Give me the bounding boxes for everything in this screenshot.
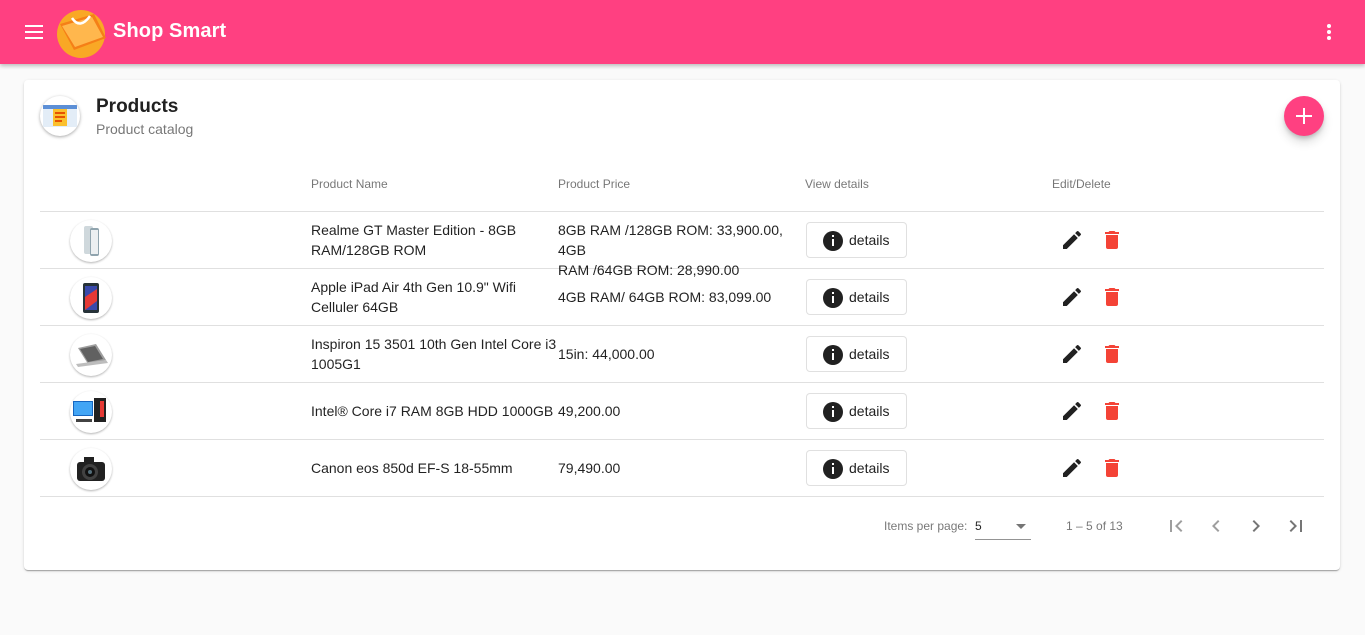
table-row: Canon eos 850d EF-S 18-55mm 79,490.00 deta… (40, 440, 1324, 497)
table-row: Realme GT Master Edition - 8GB RAM/128GB … (40, 212, 1324, 278)
edit-icon[interactable] (1060, 285, 1084, 309)
details-label: details (849, 403, 890, 419)
details-label: details (849, 346, 890, 362)
edit-icon[interactable] (1060, 228, 1084, 252)
table-row: Apple iPad Air 4th Gen 10.9" Wifi Cellule… (40, 269, 1324, 326)
header-view-details: View details (805, 177, 869, 191)
delete-icon[interactable] (1100, 285, 1124, 309)
page-range: 1 – 5 of 13 (1066, 519, 1123, 533)
shop-logo-icon (54, 4, 110, 60)
product-price: 4GB RAM/ 64GB ROM: 83,099.00 (558, 287, 806, 307)
previous-page-button[interactable] (1204, 514, 1228, 538)
edit-icon[interactable] (1060, 399, 1084, 423)
info-icon (823, 345, 843, 365)
details-button[interactable]: details (806, 222, 907, 258)
product-name-line: Inspiron 15 3501 10th Gen Intel Core i3 (311, 336, 557, 352)
info-icon (823, 402, 843, 422)
product-thumbnail (70, 334, 112, 376)
details-button[interactable]: details (806, 336, 907, 372)
product-price-line: 8GB RAM /128GB ROM: 33,900.00, 4GB (558, 222, 783, 258)
delete-icon[interactable] (1100, 228, 1124, 252)
product-name: Inspiron 15 3501 10th Gen Intel Core i3 1… (311, 334, 557, 374)
dropdown-arrow-icon (1016, 524, 1026, 529)
header-product-name: Product Name (311, 177, 388, 191)
product-name: Apple iPad Air 4th Gen 10.9" Wifi Cellule… (311, 277, 557, 317)
card-title: Products (96, 96, 179, 117)
app-title: Shop Smart (113, 20, 227, 42)
catalog-avatar-icon (40, 96, 80, 136)
header-edit-delete: Edit/Delete (1052, 177, 1111, 191)
product-name: Intel® Core i7 RAM 8GB HDD 1000GB (311, 401, 557, 421)
product-name: Realme GT Master Edition - 8GB RAM/128GB … (311, 220, 557, 260)
first-page-icon (1170, 520, 1183, 532)
product-thumbnail (70, 448, 112, 490)
product-name-line: Intel® Core i7 RAM 8GB HDD 1000GB (311, 403, 554, 419)
table-body: Realme GT Master Edition - 8GB RAM/128GB … (40, 212, 1324, 497)
product-price: 49,200.00 (558, 401, 806, 421)
product-price-line: 4GB RAM/ 64GB ROM: 83,099.00 (558, 289, 772, 305)
details-label: details (849, 232, 890, 248)
product-name-line: RAM/128GB ROM (311, 242, 427, 258)
product-thumbnail (70, 391, 112, 433)
product-name: Canon eos 850d EF-S 18-55mm (311, 458, 557, 478)
details-label: details (849, 289, 890, 305)
details-button[interactable]: details (806, 450, 907, 486)
details-label: details (849, 460, 890, 476)
product-price: 15in: 44,000.00 (558, 344, 806, 364)
details-button[interactable]: details (806, 393, 907, 429)
header-product-price: Product Price (558, 177, 631, 191)
products-table: Product Name Product Price View details … (40, 156, 1324, 497)
card-subtitle: Product catalog (96, 121, 194, 137)
paginator: Items per page: 5 1 – 5 of 13 (40, 498, 1324, 554)
info-icon (823, 288, 843, 308)
product-price: 79,490.00 (558, 458, 806, 478)
chevron-right-icon (1252, 520, 1260, 532)
last-page-icon (1289, 520, 1302, 532)
delete-icon[interactable] (1100, 456, 1124, 480)
details-button[interactable]: details (806, 279, 907, 315)
product-name-line: Canon eos 850d EF-S 18-55mm (311, 460, 513, 476)
page-size-value: 5 (975, 519, 982, 533)
product-name-line: Realme GT Master Edition - 8GB (311, 222, 517, 238)
chevron-left-icon (1212, 520, 1220, 532)
product-name-line: Apple iPad Air 4th Gen 10.9" Wifi (311, 279, 516, 295)
info-icon (823, 459, 843, 479)
product-thumbnail (70, 220, 112, 262)
product-price-line: 49,200.00 (558, 403, 621, 419)
items-per-page-label: Items per page: (884, 519, 968, 533)
page-size-select[interactable]: 5 (975, 514, 1031, 540)
edit-icon[interactable] (1060, 456, 1084, 480)
product-thumbnail (70, 277, 112, 319)
add-product-button[interactable] (1284, 96, 1324, 136)
product-price-line: 15in: 44,000.00 (558, 346, 655, 362)
table-header: Product Name Product Price View details … (40, 156, 1324, 212)
product-price-line: 79,490.00 (558, 460, 621, 476)
edit-icon[interactable] (1060, 342, 1084, 366)
info-icon (823, 231, 843, 251)
delete-icon[interactable] (1100, 399, 1124, 423)
delete-icon[interactable] (1100, 342, 1124, 366)
table-row: Inspiron 15 3501 10th Gen Intel Core i3 1… (40, 326, 1324, 383)
products-card: Products Product catalog Product Name Pr… (24, 80, 1340, 570)
menu-icon[interactable] (22, 20, 46, 44)
table-row: Intel® Core i7 RAM 8GB HDD 1000GB 49,200.… (40, 383, 1324, 440)
first-page-button[interactable] (1164, 514, 1188, 538)
top-toolbar: Shop Smart (0, 0, 1365, 64)
last-page-button[interactable] (1284, 514, 1308, 538)
product-name-line: 1005G1 (311, 356, 361, 372)
more-vert-icon[interactable] (1318, 20, 1340, 44)
product-name-line: Celluler 64GB (311, 299, 399, 315)
next-page-button[interactable] (1244, 514, 1268, 538)
